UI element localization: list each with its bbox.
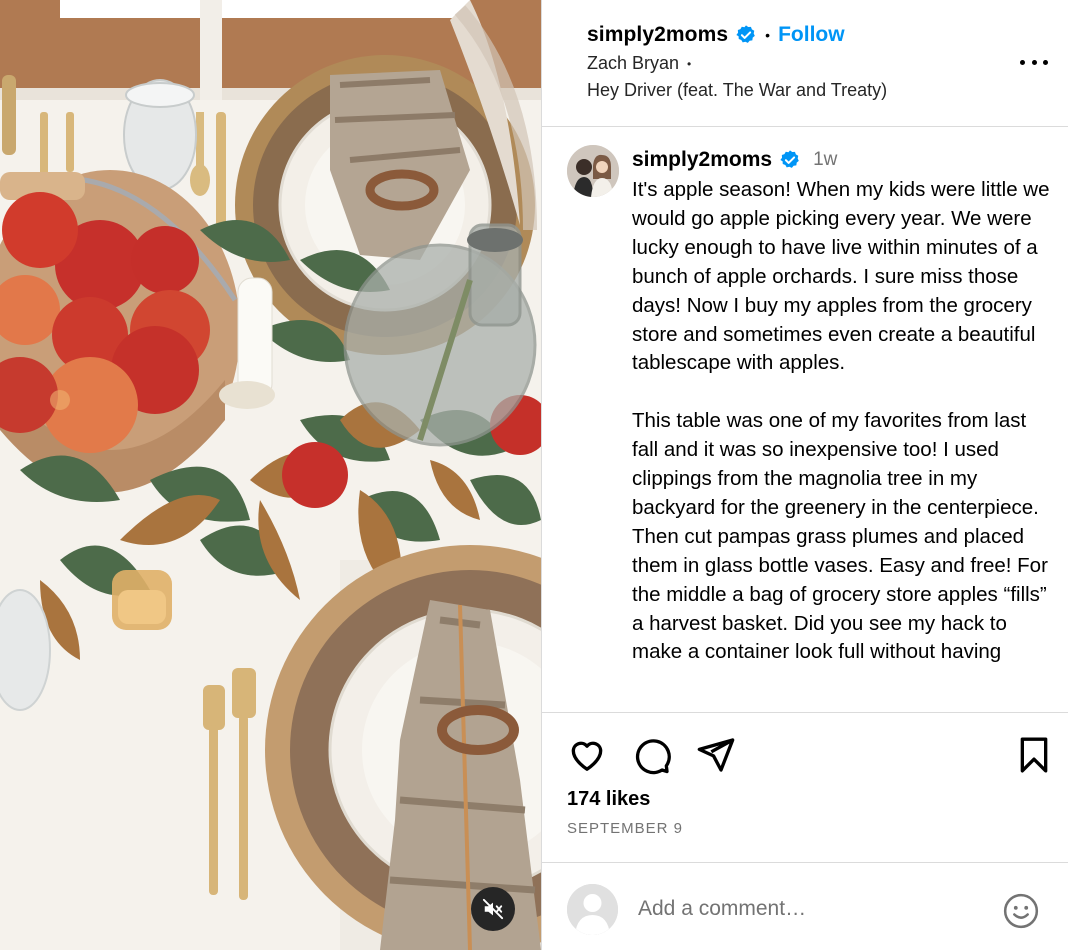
speaker-muted-icon (482, 898, 504, 920)
post-details-panel: simply2moms • Follow Zach Bryan • Hey Dr… (541, 0, 1068, 950)
audio-artist-row: Zach Bryan • (587, 53, 691, 74)
current-user-avatar (567, 884, 618, 935)
post-date[interactable]: SEPTEMBER 9 (567, 820, 683, 837)
paper-plane-icon[interactable] (696, 735, 736, 775)
mute-toggle-button[interactable] (471, 887, 515, 931)
smiley-icon[interactable] (1002, 892, 1040, 930)
avatar[interactable] (567, 145, 619, 197)
default-avatar-icon (567, 884, 618, 935)
caption-header: simply2moms 1w (632, 146, 837, 174)
bookmark-icon[interactable] (1014, 735, 1054, 775)
heart-icon[interactable] (567, 735, 607, 775)
more-options-icon[interactable] (1020, 52, 1048, 72)
post-header: simply2moms • Follow Zach Bryan • Hey Dr… (542, 0, 1068, 127)
caption-scroll-area[interactable]: simply2moms 1w It's apple season! When m… (542, 127, 1068, 713)
header-user-row: simply2moms • Follow (587, 22, 845, 48)
audio-track-link[interactable]: Hey Driver (feat. The War and Treaty) (587, 80, 887, 101)
audio-artist-link[interactable]: Zach Bryan (587, 53, 679, 74)
comment-input[interactable] (638, 891, 978, 927)
follow-button[interactable]: Follow (778, 23, 845, 47)
verified-badge-icon (780, 150, 799, 168)
caption-paragraph-1: It's apple season! When my kids were lit… (632, 178, 1050, 375)
caption-text: It's apple season! When my kids were lit… (632, 176, 1057, 696)
caption-username-link[interactable]: simply2moms (632, 148, 772, 172)
post-photo (0, 0, 541, 950)
comment-bubble-icon[interactable] (632, 735, 672, 775)
header-username-link[interactable]: simply2moms (587, 23, 728, 47)
avatar-photo (567, 145, 619, 197)
audio-separator: • (687, 56, 692, 71)
comment-composer (542, 862, 1068, 950)
caption-paragraph-2: This table was one of my favorites from … (632, 409, 1048, 664)
verified-badge-icon (736, 25, 755, 43)
header-separator: • (765, 27, 771, 43)
action-bar (542, 713, 1068, 798)
likes-count[interactable]: 174 likes (567, 788, 650, 811)
caption-timestamp[interactable]: 1w (813, 149, 837, 171)
post-media[interactable] (0, 0, 541, 950)
